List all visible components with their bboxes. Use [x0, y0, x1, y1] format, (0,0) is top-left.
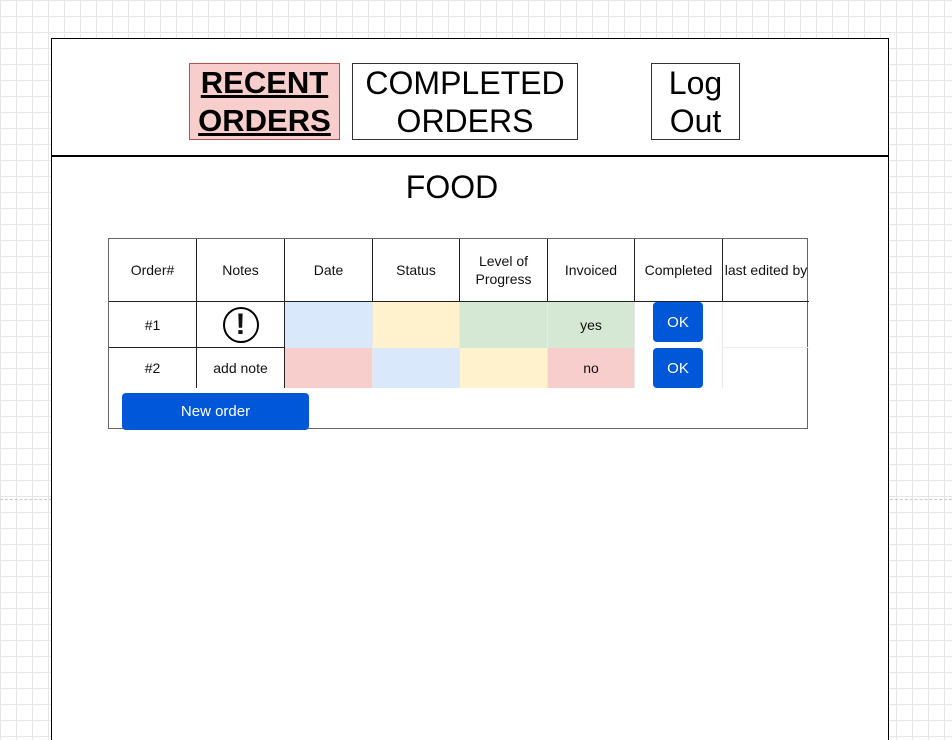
- complete-ok-button[interactable]: OK: [653, 302, 703, 342]
- header: RECENT ORDERS COMPLETED ORDERS Log Out: [52, 39, 888, 157]
- invoiced-cell[interactable]: no: [548, 348, 635, 388]
- column-header-status: Status: [373, 239, 460, 302]
- guide-line-left: [0, 499, 52, 500]
- column-header-date: Date: [285, 239, 373, 302]
- nav-completed-orders[interactable]: COMPLETED ORDERS: [352, 63, 578, 140]
- invoiced-value: no: [583, 360, 599, 376]
- complete-ok-button[interactable]: OK: [653, 348, 703, 388]
- last-edited-cell: [723, 302, 809, 348]
- date-cell[interactable]: [285, 348, 373, 388]
- order-number-cell: #2: [109, 348, 197, 388]
- progress-cell[interactable]: [460, 302, 548, 348]
- column-header-order: Order#: [109, 239, 197, 302]
- notes-cell: !: [197, 302, 285, 348]
- progress-cell[interactable]: [460, 348, 548, 388]
- nav-recent-orders[interactable]: RECENT ORDERS: [189, 63, 340, 140]
- add-note-link[interactable]: add note: [197, 348, 285, 388]
- order-number-cell: #1: [109, 302, 197, 348]
- nav-completed-orders-label: COMPLETED ORDERS: [365, 64, 565, 139]
- app-frame: RECENT ORDERS COMPLETED ORDERS Log Out F…: [51, 38, 889, 740]
- column-header-progress: Level of Progress: [460, 239, 548, 302]
- status-cell[interactable]: [373, 348, 460, 388]
- orders-table: Order# Notes Date Status Level of Progre…: [108, 238, 809, 430]
- column-header-last-edited: last edited by: [723, 239, 809, 302]
- log-out-label: Log Out: [668, 64, 723, 139]
- page-title: FOOD: [405, 169, 499, 205]
- column-header-notes: Notes: [197, 239, 285, 302]
- exclamation-icon[interactable]: !: [222, 306, 259, 343]
- last-edited-cell: [723, 348, 809, 388]
- invoiced-cell[interactable]: yes: [548, 302, 635, 348]
- log-out-button[interactable]: Log Out: [651, 63, 740, 140]
- column-header-completed: Completed: [635, 239, 723, 302]
- date-cell[interactable]: [285, 302, 373, 348]
- new-order-button[interactable]: New order: [122, 393, 309, 430]
- status-cell[interactable]: [373, 302, 460, 348]
- column-header-invoiced: Invoiced: [548, 239, 635, 302]
- nav-recent-orders-label: RECENT ORDERS: [198, 64, 331, 138]
- guide-line-right: [890, 499, 952, 500]
- invoiced-value: yes: [580, 317, 602, 333]
